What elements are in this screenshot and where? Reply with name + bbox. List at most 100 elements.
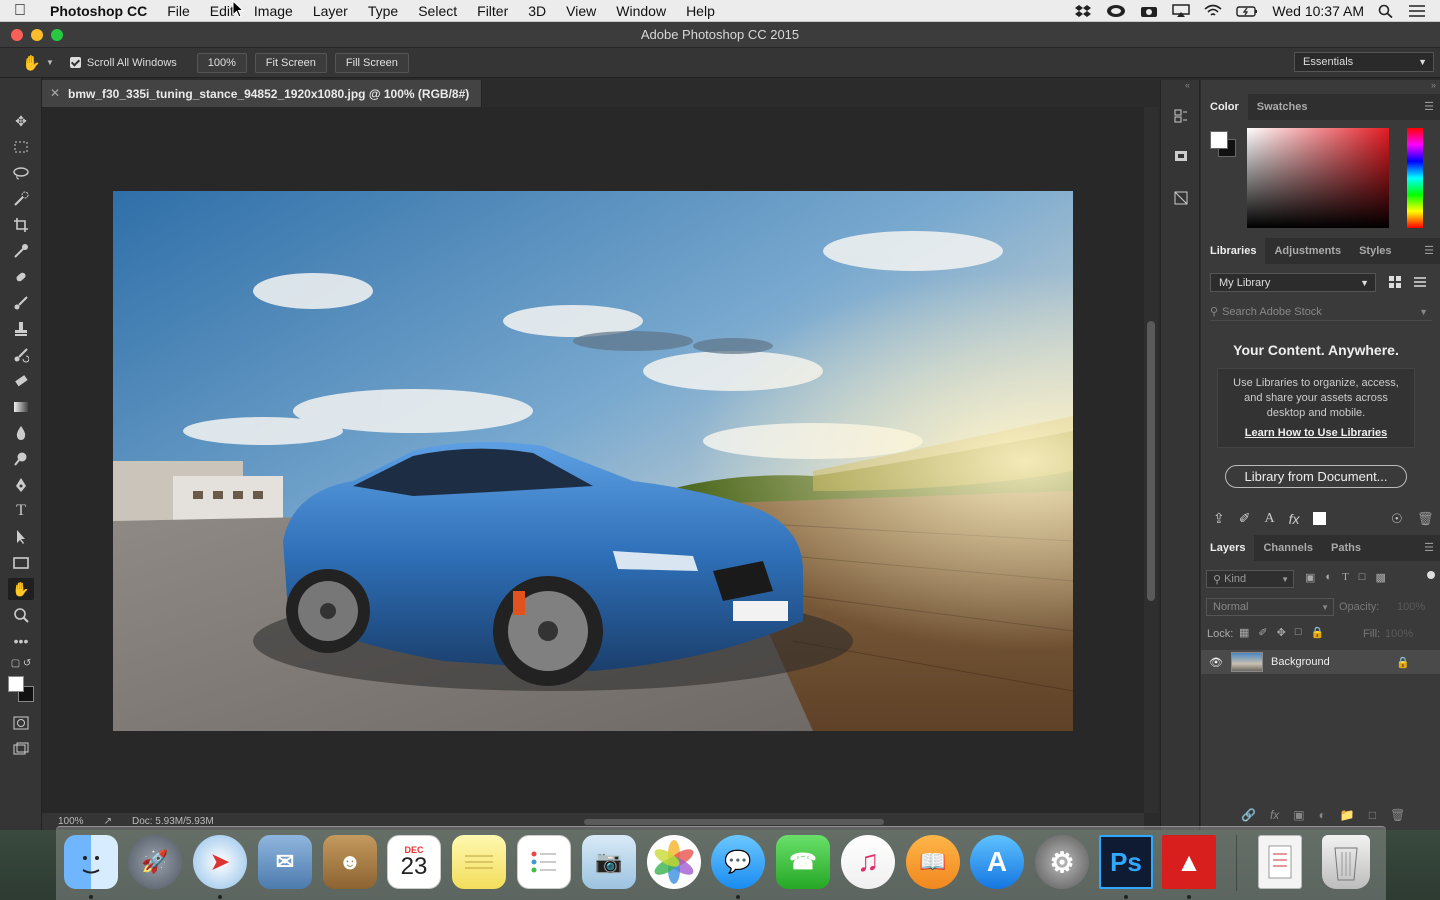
airplay-icon[interactable] bbox=[1172, 3, 1191, 18]
tab-color[interactable]: Color bbox=[1201, 94, 1248, 120]
tab-styles[interactable]: Styles bbox=[1350, 238, 1400, 264]
photoshop-dock-icon[interactable]: Ps bbox=[1099, 835, 1153, 889]
fit-screen-button[interactable]: Fit Screen bbox=[254, 52, 327, 73]
eyedropper-tool-icon[interactable] bbox=[8, 240, 34, 262]
visibility-eye-icon[interactable]: 👁 bbox=[1201, 656, 1231, 669]
scrollbar-thumb[interactable] bbox=[1147, 321, 1155, 601]
finder-icon[interactable] bbox=[64, 835, 118, 889]
more-tools-icon[interactable]: ••• bbox=[8, 630, 34, 652]
hue-slider[interactable] bbox=[1407, 128, 1423, 228]
color-swatch-icon[interactable] bbox=[1313, 512, 1327, 525]
blur-tool-icon[interactable] bbox=[8, 422, 34, 444]
filter-toggle-icon[interactable] bbox=[1427, 571, 1435, 579]
quick-selection-tool-icon[interactable] bbox=[8, 188, 34, 210]
properties-panel-icon[interactable] bbox=[1171, 146, 1191, 166]
camera-icon[interactable] bbox=[1140, 4, 1158, 18]
vertical-scrollbar[interactable] bbox=[1144, 107, 1158, 813]
lock-transparent-icon[interactable]: ▦ bbox=[1239, 626, 1249, 639]
panel-menu-icon[interactable]: ☰ bbox=[1424, 244, 1434, 257]
zoom-tool-icon[interactable] bbox=[8, 604, 34, 626]
lock-artboard-icon[interactable]: □ bbox=[1295, 626, 1302, 639]
pixel-layer-filter-icon[interactable]: ▣ bbox=[1305, 571, 1315, 584]
stock-search-input[interactable]: ⚲ Search Adobe Stock ▼ bbox=[1210, 303, 1432, 321]
calendar-icon[interactable]: DEC 23 bbox=[387, 835, 441, 889]
itunes-icon[interactable]: ♫ bbox=[841, 835, 895, 889]
brush-icon[interactable]: ✐ bbox=[1239, 510, 1251, 527]
safari-icon[interactable]: ➤ bbox=[193, 835, 247, 889]
system-preferences-icon[interactable]: ⚙ bbox=[1035, 835, 1089, 889]
reminders-icon[interactable] bbox=[517, 835, 571, 889]
grid-view-icon[interactable] bbox=[1388, 275, 1402, 289]
zoom-level-field[interactable]: 100% bbox=[196, 52, 247, 73]
delete-layer-icon[interactable]: 🗑 bbox=[1390, 808, 1405, 822]
adjustment-layer-filter-icon[interactable]: ◐ bbox=[1325, 571, 1332, 584]
facetime-icon[interactable]: ☎ bbox=[776, 835, 830, 889]
menu-window[interactable]: Window bbox=[606, 3, 676, 19]
layer-kind-filter[interactable]: ⚲ Kind ▼ bbox=[1206, 570, 1294, 588]
shape-layer-filter-icon[interactable]: □ bbox=[1359, 571, 1366, 584]
pen-tool-icon[interactable] bbox=[8, 474, 34, 496]
acrobat-icon[interactable]: ▲ bbox=[1162, 835, 1216, 889]
cloud-documents-icon[interactable] bbox=[1171, 188, 1191, 208]
healing-brush-tool-icon[interactable] bbox=[8, 266, 34, 288]
rectangle-tool-icon[interactable] bbox=[8, 552, 34, 574]
chevron-down-icon[interactable]: ▼ bbox=[1419, 307, 1428, 317]
tab-adjustments[interactable]: Adjustments bbox=[1265, 238, 1350, 264]
downloads-stack-icon[interactable] bbox=[1258, 835, 1302, 889]
link-layers-icon[interactable]: 🔗 bbox=[1241, 808, 1256, 822]
menu-image[interactable]: Image bbox=[244, 3, 303, 19]
dropbox-icon[interactable] bbox=[1074, 4, 1092, 18]
menu-app-name[interactable]: Photoshop CC bbox=[40, 3, 157, 19]
menu-layer[interactable]: Layer bbox=[303, 3, 358, 19]
move-tool-icon[interactable]: ✥ bbox=[8, 110, 34, 132]
document-image[interactable] bbox=[113, 191, 1073, 731]
battery-icon[interactable] bbox=[1236, 4, 1258, 18]
horizontal-scrollbar[interactable] bbox=[584, 818, 884, 825]
marquee-tool-icon[interactable] bbox=[8, 136, 34, 158]
screen-mode-icon[interactable] bbox=[8, 738, 34, 760]
type-tool-icon[interactable]: T bbox=[8, 500, 34, 522]
document-tab[interactable]: ✕ bmw_f30_335i_tuning_stance_94852_1920x… bbox=[42, 80, 482, 107]
scroll-all-windows-checkbox[interactable] bbox=[69, 57, 81, 68]
opacity-field[interactable]: 100% bbox=[1397, 601, 1425, 613]
list-view-icon[interactable] bbox=[1413, 275, 1427, 289]
crop-tool-icon[interactable] bbox=[8, 214, 34, 236]
dodge-tool-icon[interactable] bbox=[8, 448, 34, 470]
layer-row-background[interactable]: 👁 Background 🔒 bbox=[1201, 650, 1440, 674]
swap-colors-icon[interactable]: ▢ ↺ bbox=[8, 656, 34, 670]
upload-icon[interactable]: ⇪ bbox=[1213, 510, 1225, 527]
collapse-panels-icon[interactable]: » bbox=[1431, 80, 1436, 90]
lock-pixels-icon[interactable]: ✐ bbox=[1258, 626, 1267, 639]
chevron-down-icon[interactable]: ▼ bbox=[46, 58, 54, 67]
character-style-icon[interactable]: A bbox=[1264, 511, 1274, 527]
fill-field[interactable]: 100% bbox=[1385, 628, 1413, 640]
clock[interactable]: Wed 10:37 AM bbox=[1272, 3, 1364, 19]
new-layer-icon[interactable]: □ bbox=[1369, 808, 1376, 822]
panel-menu-icon[interactable]: ☰ bbox=[1424, 541, 1434, 554]
menu-filter[interactable]: Filter bbox=[467, 3, 518, 19]
menu-view[interactable]: View bbox=[556, 3, 606, 19]
clone-stamp-tool-icon[interactable] bbox=[8, 318, 34, 340]
trash-icon[interactable]: 🗑 bbox=[1417, 511, 1434, 527]
contacts-icon[interactable]: ☻ bbox=[323, 835, 377, 889]
layer-name[interactable]: Background bbox=[1271, 656, 1330, 668]
gradient-tool-icon[interactable] bbox=[8, 396, 34, 418]
mail-icon[interactable]: ✉ bbox=[258, 835, 312, 889]
library-from-document-button[interactable]: Library from Document... bbox=[1225, 465, 1407, 488]
smart-object-filter-icon[interactable]: ▩ bbox=[1375, 571, 1385, 584]
menu-3d[interactable]: 3D bbox=[518, 3, 556, 19]
panel-menu-icon[interactable]: ☰ bbox=[1424, 100, 1434, 113]
sync-icon[interactable]: ☉ bbox=[1391, 511, 1403, 527]
preview-icon[interactable]: 📷 bbox=[582, 835, 636, 889]
layer-style-icon[interactable]: fx bbox=[1289, 511, 1300, 527]
spotlight-search-icon[interactable] bbox=[1378, 4, 1394, 18]
hand-tool-icon[interactable]: ✋ bbox=[8, 578, 34, 600]
app-store-icon[interactable]: A bbox=[970, 835, 1024, 889]
layer-lock-icon[interactable]: 🔒 bbox=[1396, 656, 1410, 669]
close-window-button[interactable] bbox=[11, 29, 23, 41]
notes-icon[interactable] bbox=[452, 835, 506, 889]
messages-icon[interactable]: 💬 bbox=[711, 835, 765, 889]
wifi-icon[interactable] bbox=[1204, 4, 1222, 18]
tab-swatches[interactable]: Swatches bbox=[1248, 94, 1317, 120]
apple-icon[interactable]:  bbox=[0, 2, 40, 20]
